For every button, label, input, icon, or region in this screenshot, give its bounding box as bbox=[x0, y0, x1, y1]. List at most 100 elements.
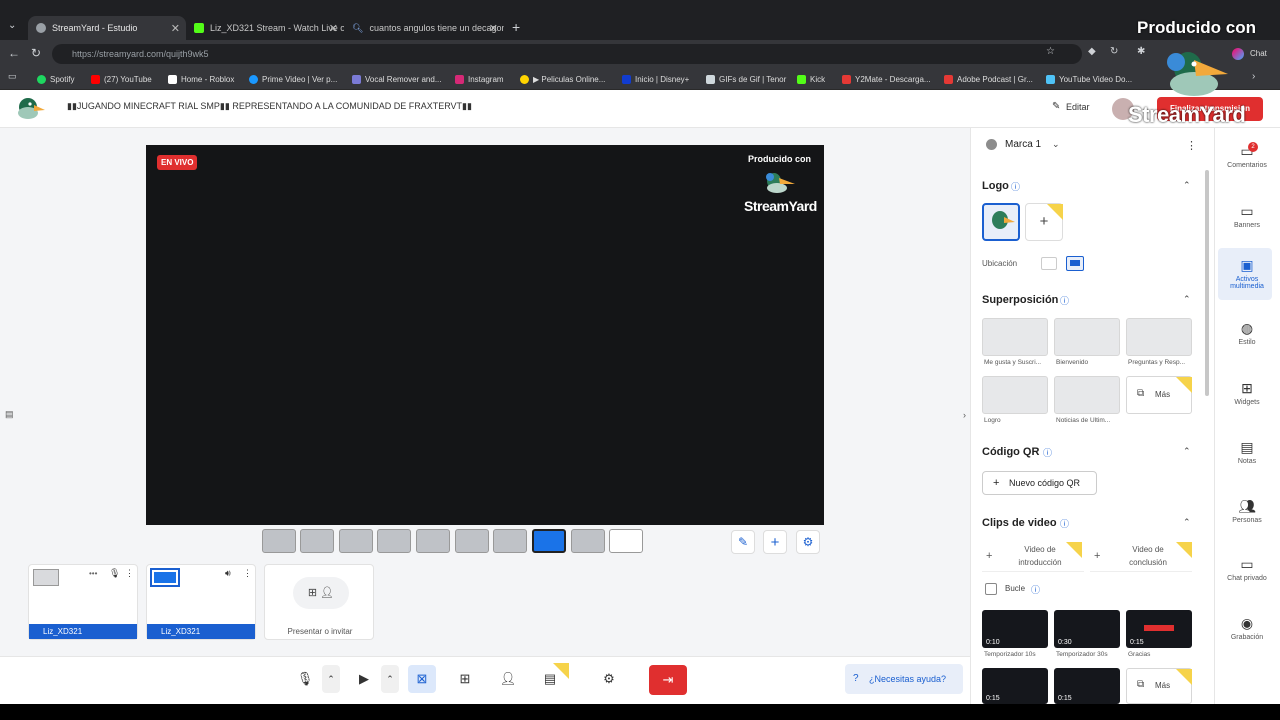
qr-info-icon[interactable]: ⓘ bbox=[1043, 446, 1052, 459]
volume-icon[interactable]: 🔊︎ bbox=[225, 568, 231, 579]
bookmark-prime[interactable]: Prime Video | Ver p... bbox=[249, 72, 337, 86]
overlay-thumb-news[interactable] bbox=[1054, 376, 1120, 414]
refresh-extension-icon[interactable]: ↻ bbox=[1110, 46, 1118, 57]
clip-timer-30[interactable]: 0:30 bbox=[1054, 610, 1120, 648]
tab-search-icon[interactable]: ⌄ bbox=[8, 20, 16, 31]
more-bookmarks-icon[interactable]: › bbox=[1252, 71, 1255, 82]
location-left-option[interactable] bbox=[1041, 257, 1057, 270]
new-qr-button[interactable]: + Nuevo código QR bbox=[982, 471, 1097, 495]
rail-comments[interactable]: ▭ Comentarios bbox=[1218, 143, 1276, 169]
new-tab-icon[interactable]: + bbox=[512, 19, 520, 35]
left-panel-toggle-icon[interactable]: ▤ bbox=[5, 409, 14, 420]
add-screen-button[interactable]: ⊞ bbox=[451, 665, 479, 693]
puzzle-icon[interactable]: ✱ bbox=[1137, 46, 1145, 57]
rail-people[interactable]: 👥︎ Personas bbox=[1218, 498, 1276, 524]
logo-thumbnail[interactable] bbox=[982, 203, 1020, 241]
camera-button[interactable]: ▶︎ bbox=[350, 665, 378, 693]
mic-options-chevron-icon[interactable]: ⌃ bbox=[322, 665, 340, 693]
brand-menu-icon[interactable]: ⋮ bbox=[1186, 139, 1197, 152]
address-bar[interactable]: https://streamyard.com/quijth9wk5 bbox=[52, 44, 1082, 64]
layout-group-button[interactable] bbox=[300, 529, 334, 553]
streamyard-logo-icon[interactable] bbox=[16, 95, 46, 121]
rail-widgets[interactable]: ⊞ Widgets bbox=[1218, 380, 1276, 406]
leave-studio-button[interactable]: ⇥ bbox=[649, 665, 687, 695]
bookmark-youtube[interactable]: (27) YouTube bbox=[91, 72, 152, 86]
clips-info-icon[interactable]: ⓘ bbox=[1060, 517, 1069, 530]
close-tab-icon[interactable]: ✕ bbox=[329, 22, 338, 35]
rail-style[interactable]: ◍ Estilo bbox=[1218, 320, 1276, 346]
tab-kick[interactable]: Liz_XD321 Stream - Watch Live on ✕ bbox=[186, 16, 344, 40]
bookmark-spotify[interactable]: Spotify bbox=[37, 72, 74, 86]
clip-item[interactable]: 0:15 bbox=[982, 668, 1048, 704]
overlay-thumb-qa[interactable] bbox=[1126, 318, 1192, 356]
tab-search[interactable]: 🔍︎ cuantos angulos tiene un decagon ✕ bbox=[344, 16, 504, 40]
tab-streamyard[interactable]: StreamYard - Estudio ✕ bbox=[28, 16, 186, 40]
layout-grid-button[interactable] bbox=[455, 529, 489, 553]
screen-share-button[interactable]: ⊠ bbox=[408, 665, 436, 693]
extension-icon[interactable]: ◆ bbox=[1088, 46, 1096, 57]
clip-timer-10[interactable]: 0:10 bbox=[982, 610, 1048, 648]
brand-chevron-down-icon[interactable]: ⌄ bbox=[1052, 139, 1060, 150]
bookmark-roblox[interactable]: Home - Roblox bbox=[168, 72, 234, 86]
participant-menu-icon[interactable]: ⋮ bbox=[125, 568, 134, 579]
loop-info-icon[interactable]: ⓘ bbox=[1031, 583, 1040, 596]
close-tab-icon[interactable]: ✕ bbox=[489, 22, 498, 35]
broadcast-title[interactable]: ▮▮JUGANDO MINECRAFT RIAL SMP▮▮ REPRESENT… bbox=[67, 101, 472, 112]
overlay-thumb-like[interactable] bbox=[982, 318, 1048, 356]
participant-menu-icon[interactable]: ⋮ bbox=[243, 568, 252, 579]
clips-collapse-icon[interactable]: ⌃ bbox=[1183, 517, 1191, 528]
reload-icon[interactable]: ↻ bbox=[31, 46, 41, 60]
rail-private-chat[interactable]: ▭ Chat privado bbox=[1218, 556, 1276, 582]
bookmark-kick[interactable]: Kick bbox=[797, 72, 825, 86]
apps-icon[interactable]: ▭ bbox=[8, 71, 17, 82]
rail-notes[interactable]: ▤ Notas bbox=[1218, 439, 1276, 465]
edit-scene-icon[interactable]: ✎ bbox=[731, 530, 755, 554]
edit-button[interactable]: Editar bbox=[1066, 102, 1090, 112]
loop-checkbox[interactable] bbox=[985, 583, 997, 595]
layout-sidebar-button[interactable] bbox=[377, 529, 411, 553]
stage-settings-icon[interactable]: ⚙ bbox=[796, 530, 820, 554]
back-icon[interactable]: ← bbox=[8, 46, 20, 60]
add-scene-icon[interactable]: + bbox=[763, 530, 787, 554]
more-dots-icon[interactable]: ••• bbox=[89, 569, 97, 578]
bookmark-y2mate[interactable]: Y2Mate - Descarga... bbox=[842, 72, 931, 86]
logo-collapse-icon[interactable]: ⌃ bbox=[1183, 180, 1191, 191]
camera-options-chevron-icon[interactable]: ⌃ bbox=[381, 665, 399, 693]
invite-guest-button[interactable]: 👤︎ bbox=[494, 665, 522, 693]
bookmark-youtube-video[interactable]: YouTube Video Do... bbox=[1046, 72, 1132, 86]
help-button[interactable]: ? ¿Necesitas ayuda? bbox=[845, 664, 963, 694]
bookmark-instagram[interactable]: Instagram bbox=[455, 72, 504, 86]
participant-card[interactable]: ••• 🎙︎ ⋮ Liz_XD321 bbox=[28, 564, 138, 640]
participant-card[interactable]: 🔊︎ ⋮ Liz_XD321 bbox=[146, 564, 256, 640]
bookmark-tenor[interactable]: GIFs de Gif | Tenor bbox=[706, 72, 786, 86]
present-or-invite-card[interactable]: ⊞ 👤︎ Presentar o invitar bbox=[264, 564, 374, 640]
clip-thanks[interactable]: 0:15 bbox=[1126, 610, 1192, 648]
bookmark-star-icon[interactable]: ☆ bbox=[1046, 46, 1055, 57]
bookmark-peliculas[interactable]: ▶ Peliculas Online... bbox=[520, 72, 605, 86]
bookmark-adobe-podcast[interactable]: Adobe Podcast | Gr... bbox=[944, 72, 1033, 86]
overlay-info-icon[interactable]: ⓘ bbox=[1060, 294, 1069, 307]
layout-single-button[interactable] bbox=[262, 529, 296, 553]
layout-solo-button[interactable] bbox=[571, 529, 605, 553]
qr-collapse-icon[interactable]: ⌃ bbox=[1183, 446, 1191, 457]
edit-icon[interactable]: ✎ bbox=[1052, 101, 1060, 112]
mic-icon[interactable]: 🎙︎ bbox=[109, 568, 120, 579]
logo-info-icon[interactable]: ⓘ bbox=[1011, 180, 1020, 193]
layout-empty-button[interactable] bbox=[609, 529, 643, 553]
settings-button[interactable]: ⚙ bbox=[595, 665, 623, 693]
bookmark-vocal-remover[interactable]: Vocal Remover and... bbox=[352, 72, 441, 86]
layout-thin-button[interactable] bbox=[416, 529, 450, 553]
close-tab-icon[interactable]: ✕ bbox=[171, 22, 180, 35]
layout-pip-button[interactable] bbox=[493, 529, 527, 553]
panel-scrollbar[interactable] bbox=[1205, 170, 1209, 396]
copilot-icon[interactable] bbox=[1232, 48, 1244, 60]
collapse-panel-icon[interactable]: › bbox=[963, 410, 966, 420]
bookmark-disney[interactable]: Inicio | Disney+ bbox=[622, 72, 689, 86]
brand-selector[interactable]: Marca 1 bbox=[1005, 139, 1041, 150]
overlay-collapse-icon[interactable]: ⌃ bbox=[1183, 294, 1191, 305]
layout-screen-button[interactable] bbox=[532, 529, 566, 553]
layout-leader-button[interactable] bbox=[339, 529, 373, 553]
overlay-thumb-welcome[interactable] bbox=[1054, 318, 1120, 356]
microphone-button[interactable]: 🎙︎ bbox=[291, 665, 319, 693]
overlay-thumb-achievement[interactable] bbox=[982, 376, 1048, 414]
